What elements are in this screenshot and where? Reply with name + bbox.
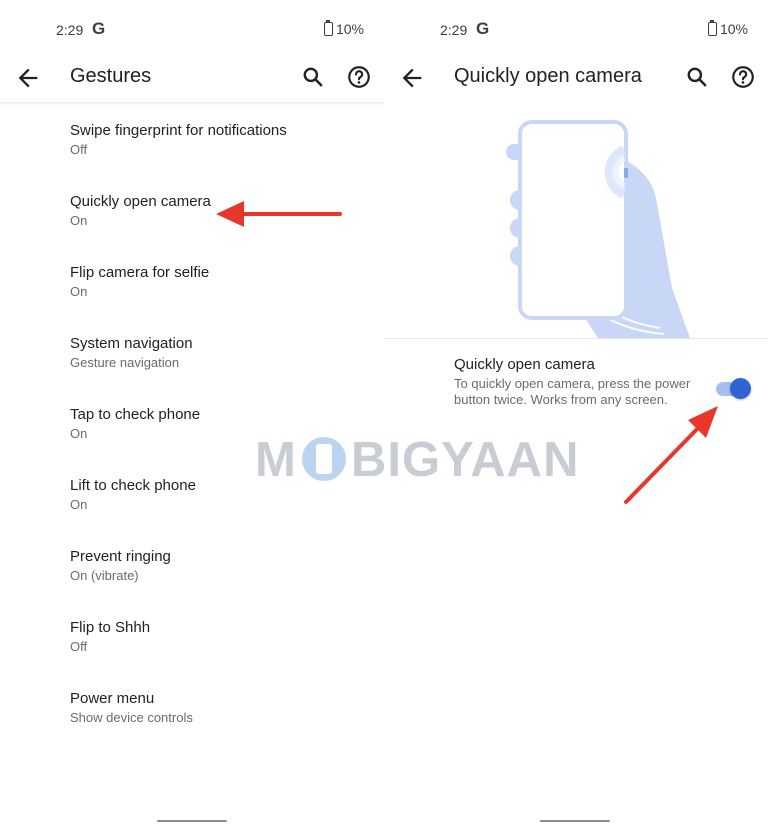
list-item-flip-camera[interactable]: Flip camera for selfie On: [70, 263, 370, 301]
list-item-subtitle: On: [70, 284, 88, 299]
list-item-title: Tap to check phone: [70, 406, 201, 423]
quick-camera-toggle[interactable]: [716, 378, 752, 400]
list-item-subtitle: On: [70, 497, 88, 512]
list-item-subtitle: Off: [70, 639, 88, 654]
battery-status: 10%: [323, 19, 364, 37]
page-title: Quickly open camera: [454, 65, 642, 87]
list-item-quickly-open-camera[interactable]: Quickly open camera On: [70, 192, 370, 230]
hand-holding-phone-illustration: [506, 120, 690, 338]
battery-percent: 10%: [719, 21, 748, 37]
battery-icon: [323, 19, 333, 36]
gesture-illustration: [384, 102, 768, 339]
help-icon[interactable]: [730, 64, 756, 90]
list-item-title: Power menu: [70, 690, 155, 707]
gesture-nav-handle[interactable]: [157, 819, 227, 822]
google-g-icon: G: [476, 19, 490, 38]
list-item-title: Flip to Shhh: [70, 619, 151, 636]
page-title: Gestures: [70, 65, 152, 87]
list-item-power-menu[interactable]: Power menu Show device controls: [70, 689, 370, 727]
list-item-swipe-fingerprint[interactable]: Swipe fingerprint for notifications Off: [70, 121, 370, 159]
battery-icon: [707, 19, 717, 36]
list-item-subtitle: On: [70, 426, 88, 441]
google-g-icon: G: [92, 19, 106, 38]
status-time: 2:29: [440, 22, 468, 38]
list-item-title: Prevent ringing: [70, 548, 171, 565]
list-item-title: Lift to check phone: [70, 477, 196, 494]
back-arrow-icon[interactable]: [14, 64, 42, 92]
list-item-title: System navigation: [70, 335, 193, 352]
list-item-title: Swipe fingerprint for notifications: [70, 122, 287, 139]
battery-percent: 10%: [335, 21, 364, 37]
app-bar: Quickly open camera: [384, 54, 768, 102]
list-item-title: Flip camera for selfie: [70, 264, 210, 281]
back-arrow-icon[interactable]: [398, 64, 426, 92]
list-item-subtitle: Gesture navigation: [70, 355, 180, 370]
list-item-subtitle: On (vibrate): [70, 568, 139, 583]
search-icon[interactable]: [684, 64, 710, 90]
list-item-subtitle: Off: [70, 142, 88, 157]
status-bar: 2:29 G 10%: [384, 0, 768, 58]
toggle-thumb: [730, 378, 751, 399]
list-item-subtitle: Show device controls: [70, 710, 193, 725]
search-icon[interactable]: [300, 64, 326, 90]
setting-description: To quickly open camera, press the power …: [454, 376, 691, 407]
list-item-system-navigation[interactable]: System navigation Gesture navigation: [70, 334, 370, 372]
quickly-open-camera-screen: 2:29 G 10% Quickly open camera Quickly o…: [384, 0, 768, 830]
list-item-prevent-ringing[interactable]: Prevent ringing On (vibrate): [70, 547, 370, 585]
help-icon[interactable]: [346, 64, 372, 90]
status-time: 2:29: [56, 22, 84, 38]
status-bar: 2:29 G 10%: [0, 0, 384, 58]
gestures-screen: 2:29 G 10% Gestures Swipe fingerprint fo…: [0, 0, 384, 830]
app-bar: Gestures: [0, 54, 384, 103]
list-item-title: Quickly open camera: [70, 193, 211, 210]
list-item-flip-to-shhh[interactable]: Flip to Shhh Off: [70, 618, 370, 656]
list-item-tap-to-check[interactable]: Tap to check phone On: [70, 405, 370, 443]
list-item-lift-to-check[interactable]: Lift to check phone On: [70, 476, 370, 514]
setting-title: Quickly open camera: [454, 356, 595, 373]
list-item-subtitle: On: [70, 213, 88, 228]
gesture-nav-handle[interactable]: [540, 819, 610, 822]
battery-status: 10%: [707, 19, 748, 37]
